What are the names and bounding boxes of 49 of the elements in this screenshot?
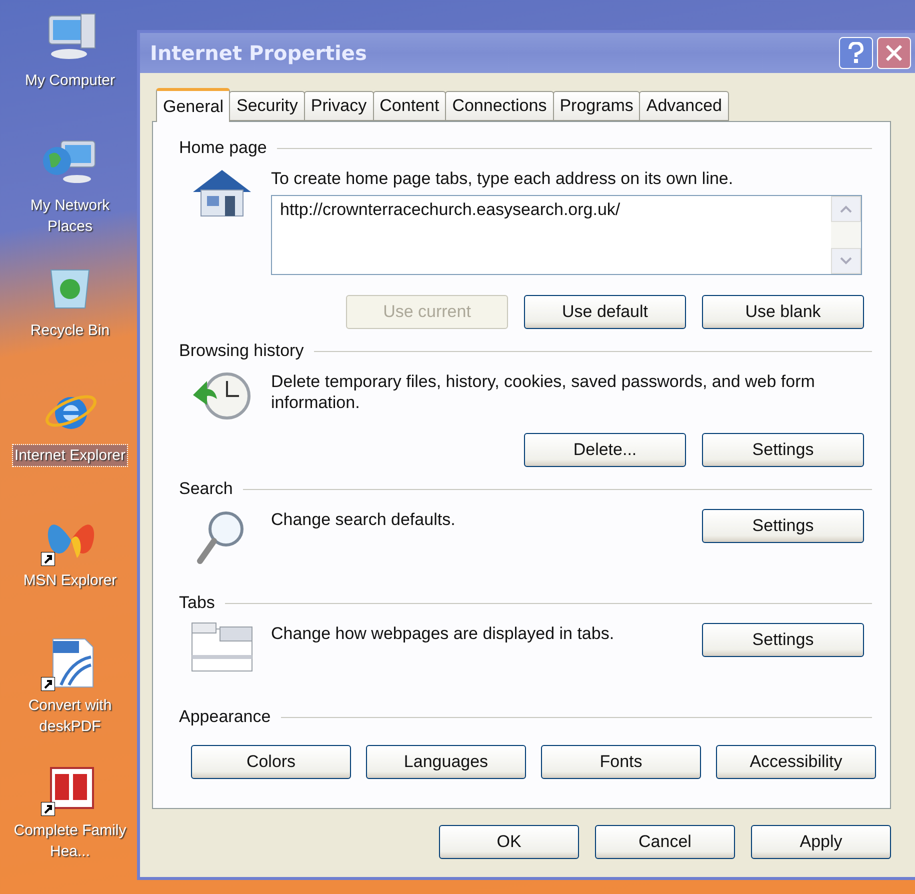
button[interactable]: Delete...	[524, 433, 686, 467]
button[interactable]: Languages	[366, 745, 526, 779]
desktop-icon-label: Recycle Bin	[29, 321, 111, 341]
description-text: To create home page tabs, type each address on its own line.	[271, 168, 734, 189]
button[interactable]: OK	[439, 825, 579, 859]
scroll-up-icon[interactable]	[831, 196, 861, 222]
close-button[interactable]	[877, 37, 911, 69]
button[interactable]: Settings	[702, 623, 864, 657]
tab[interactable]: Programs	[552, 91, 640, 121]
tabs-icon	[190, 621, 254, 673]
desktop-icon-label: My Computer	[24, 71, 116, 91]
section-heading: Search	[179, 479, 233, 499]
button[interactable]: Settings	[702, 433, 864, 467]
home-page-field[interactable]: http://crownterracechurch.easysearch.org.uk/	[271, 195, 862, 275]
desktop-icon-label: Complete Family Hea...	[12, 821, 128, 862]
section-heading: Appearance	[179, 707, 271, 727]
desktop-icon[interactable]: Internet Explorer	[0, 385, 140, 510]
window-title: Internet Properties	[150, 41, 368, 65]
description-text: Change how webpages are displayed in tabs.	[271, 623, 616, 644]
button[interactable]: Cancel	[595, 825, 735, 859]
section-heading: Tabs	[179, 593, 215, 613]
url-text: http://crownterracechurch.easysearch.org.uk/	[279, 199, 622, 221]
description-text: Change search defaults.	[271, 509, 456, 530]
tab[interactable]: Privacy	[304, 91, 374, 121]
button[interactable]: Fonts	[541, 745, 701, 779]
button[interactable]: Use blank	[702, 295, 864, 329]
section-heading: Home page	[179, 138, 267, 158]
desktop-icon-label: Convert with deskPDF	[27, 696, 113, 737]
tab[interactable]: General	[156, 88, 230, 122]
desktop-icon-label: Internet Explorer	[12, 445, 128, 466]
desktop-icon-label: MSN Explorer	[22, 571, 118, 591]
tab[interactable]: Content	[372, 91, 446, 121]
question-mark-icon	[848, 42, 864, 64]
tab[interactable]: Connections	[445, 91, 554, 121]
button[interactable]: Use default	[524, 295, 686, 329]
description-text: Delete temporary files, history, cookies, saved passwords, and web form information.	[271, 371, 816, 413]
tab[interactable]: Security	[229, 91, 305, 121]
desktop-icon[interactable]: My Computer	[0, 10, 140, 135]
button[interactable]: Accessibility	[716, 745, 876, 779]
close-icon	[885, 44, 903, 62]
button[interactable]: Apply	[751, 825, 891, 859]
desktop-icon[interactable]: My Network Places	[0, 135, 140, 260]
button[interactable]: Colors	[191, 745, 351, 779]
desktop-icon-label: My Network Places	[29, 196, 111, 237]
section-heading: Browsing history	[179, 341, 304, 361]
tab[interactable]: Advanced	[639, 91, 730, 121]
help-button[interactable]	[839, 37, 873, 69]
button[interactable]: Settings	[702, 509, 864, 543]
scroll-down-icon[interactable]	[831, 248, 861, 274]
